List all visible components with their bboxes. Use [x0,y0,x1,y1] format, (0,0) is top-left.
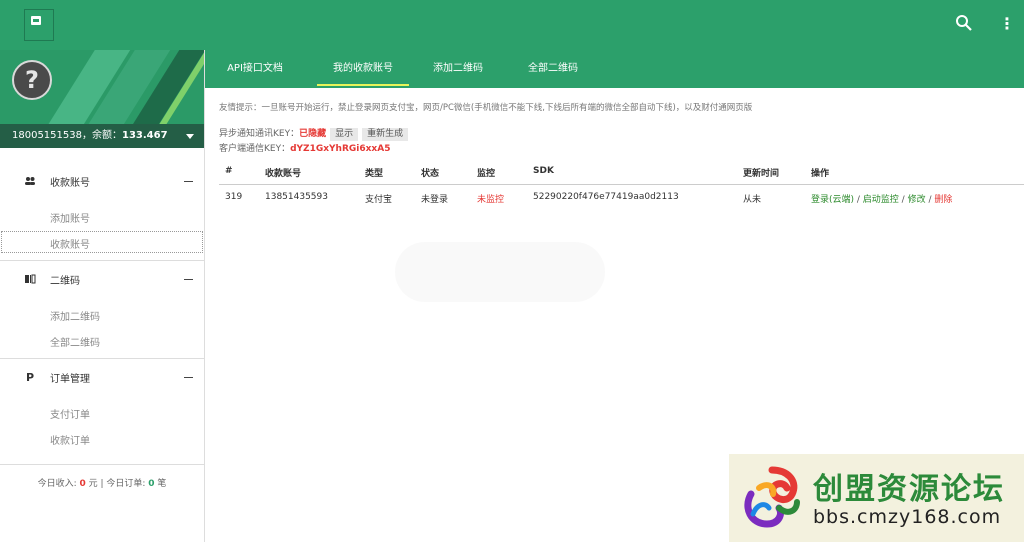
column-header: 收款账号 [265,169,302,179]
income-unit: 元 [85,479,101,489]
client-key-row: 客户端通信KEY：dYZ1GxYhRGi6xxA5 [219,141,390,154]
cell-updated: 从未 [743,195,762,205]
divider [0,260,204,261]
chat-logo-icon[interactable] [24,9,54,41]
nav-item-label: 全部二维码 [50,338,100,349]
cell-type: 支付宝 [365,195,393,205]
collapse-icon[interactable] [184,181,193,182]
nav-group-label: 二维码 [50,276,80,287]
tab-add-qrcode[interactable]: 添加二维码 [423,50,493,88]
column-header: 操作 [811,169,830,179]
orders-label: 今日订单: [103,479,149,489]
tab-all-qrcode[interactable]: 全部二维码 [518,50,588,88]
login-cloud-link[interactable]: 登录(云端) [811,195,854,205]
orders-unit: 笔 [154,479,167,489]
paypal-icon: P [24,371,36,384]
cell-actions: 登录(云端) / 启动监控 / 修改 / 删除 [811,192,952,205]
watermark: 创盟资源论坛 bbs.cmzy168.com [729,454,1024,542]
nav-group-label: 订单管理 [50,374,90,385]
nav-item-label: 收款订单 [50,436,90,447]
profile-panel: ? 18005151538，余额：133.467 [0,50,204,148]
nav-item-add-qrcode[interactable]: 添加二维码 [0,302,204,326]
avatar[interactable]: ? [12,60,52,100]
column-header: 监控 [477,169,496,179]
collapse-icon[interactable] [184,279,193,280]
collapse-icon[interactable] [184,377,193,378]
edit-link[interactable]: 修改 [908,195,926,205]
income-label: 今日收入: [37,479,80,489]
nav-item-label: 添加账号 [50,214,90,225]
tab-bar: API接口文档 我的收款账号 添加二维码 全部二维码 [205,50,1024,88]
nav-item-add-account[interactable]: 添加账号 [0,204,204,228]
qrcode-icon [24,273,36,285]
column-header: SDK [533,166,554,176]
blur-artifact [395,242,605,302]
action-separator: / [854,195,863,205]
nav-item-accounts[interactable]: 收款账号 [0,230,204,254]
column-header: 更新时间 [743,169,780,179]
table-row: 319 13851435593 支付宝 未登录 未监控 52290220f476… [219,185,1024,211]
cell-status: 未登录 [421,195,449,205]
search-icon[interactable] [955,14,973,32]
async-key-value: 已隐藏 [299,129,327,139]
account-bar[interactable]: 18005151538，余额：133.467 [0,124,204,148]
cell-account: 13851435593 [265,192,328,202]
balance-value: 133.467 [122,130,168,141]
divider [0,358,204,359]
sidebar: ? 18005151538，余额：133.467 收款账号 添加账号 收款账号 … [0,50,205,542]
tab-my-accounts[interactable]: 我的收款账号 [317,50,409,88]
start-monitor-link[interactable]: 启动监控 [863,195,899,205]
nav-item-label: 支付订单 [50,410,90,421]
account-phone: 18005151538 [12,130,82,141]
nav-item-receive-orders[interactable]: 收款订单 [0,426,204,450]
nav-item-pay-orders[interactable]: 支付订单 [0,400,204,424]
column-header: # [225,166,233,176]
watermark-logo-icon [744,466,800,528]
nav-item-label: 收款账号 [50,240,90,251]
nav-item-all-qrcode[interactable]: 全部二维码 [0,328,204,352]
async-key-label: 异步通知通讯KEY： [219,129,300,139]
nav-item-label: 添加二维码 [50,312,100,323]
action-separator: / [898,195,908,205]
notice-text: 友情提示：一旦账号开始运行，禁止登录网页支付宝，网页/PC微信(手机微信不能下线… [219,103,753,113]
column-header: 类型 [365,169,384,179]
column-header: 状态 [421,169,440,179]
today-summary: 今日收入: 0 元 | 今日订单: 0 笔 [0,476,204,489]
nav-group-accounts[interactable]: 收款账号 [0,170,204,192]
top-bar: ⋮ [0,0,1024,50]
client-key-label: 客户端通信KEY： [219,144,291,154]
cell-monitor: 未监控 [477,195,505,205]
show-key-button[interactable]: 显示 [330,128,359,141]
balance-label: ，余额： [82,130,122,141]
tab-api-docs[interactable]: API接口文档 [215,50,295,88]
delete-link[interactable]: 删除 [934,195,952,205]
cell-sdk: 52290220f476e77419aa0d2113 [533,192,679,202]
more-vertical-icon[interactable]: ⋮ [999,14,1015,34]
nav-group-orders[interactable]: P 订单管理 [0,366,204,388]
people-icon [24,175,36,187]
table-header: # 收款账号 类型 状态 监控 SDK 更新时间 操作 [219,160,1024,185]
svg-text:P: P [26,371,34,383]
watermark-title: 创盟资源论坛 [813,472,1005,507]
regenerate-key-button[interactable]: 重新生成 [362,128,409,141]
cell-id: 319 [225,192,243,202]
divider [0,464,204,465]
nav-group-qrcode[interactable]: 二维码 [0,268,204,290]
client-key-value: dYZ1GxYhRGi6xxA5 [290,144,391,154]
watermark-url: bbs.cmzy168.com [813,506,1002,528]
caret-down-icon[interactable] [186,134,194,139]
nav-group-label: 收款账号 [50,178,90,189]
async-key-row: 异步通知通讯KEY：已隐藏 显示 重新生成 [219,126,409,141]
